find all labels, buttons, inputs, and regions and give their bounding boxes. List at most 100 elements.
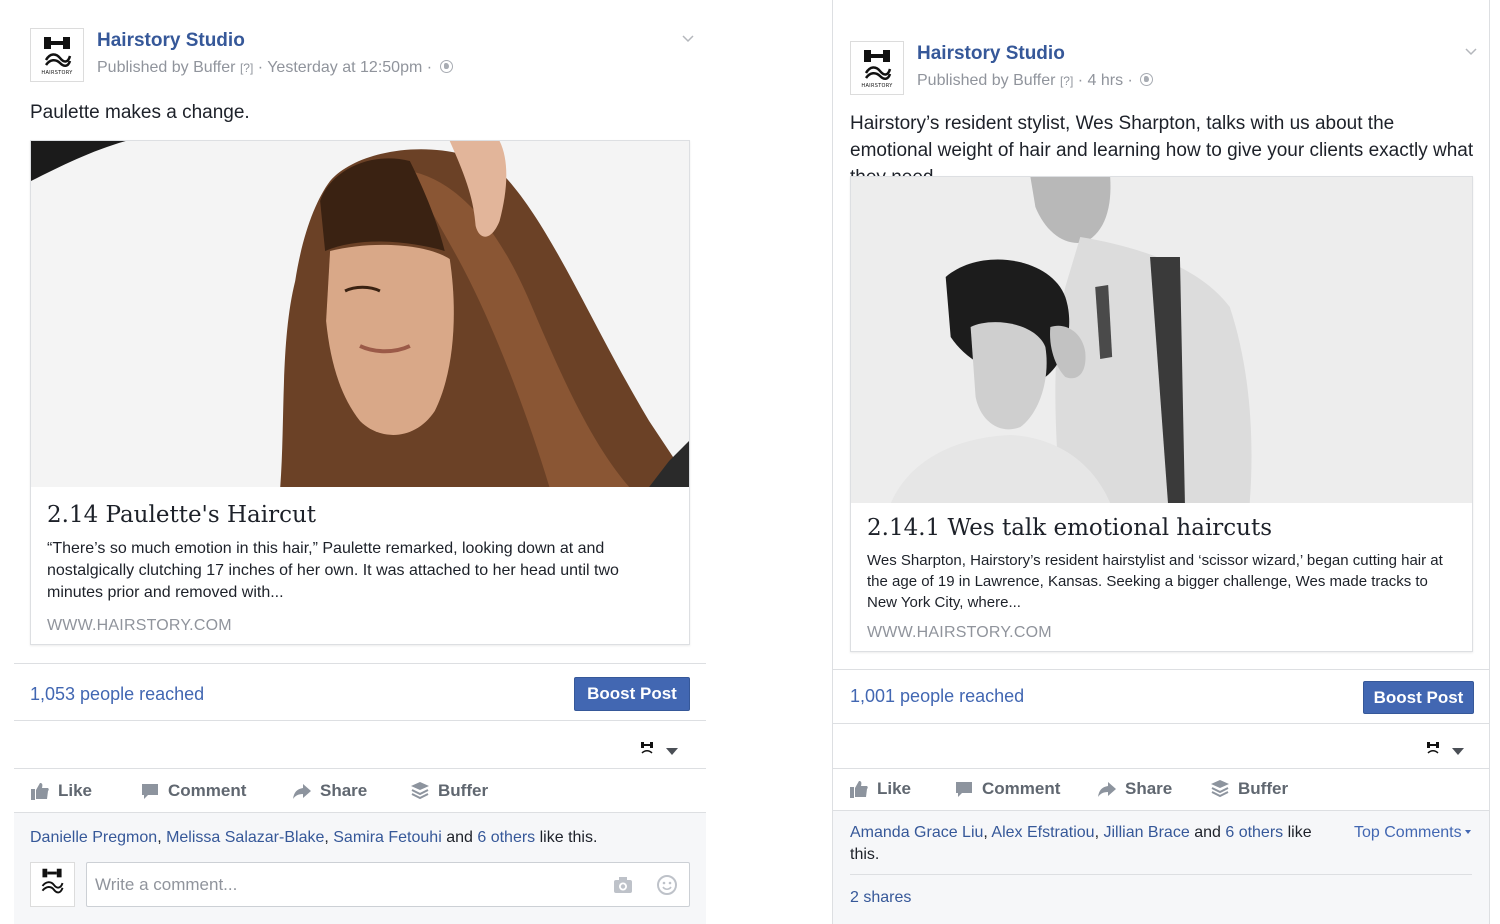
boost-post-button[interactable]: Boost Post — [1363, 681, 1474, 714]
buffer-button[interactable]: Buffer — [1210, 774, 1288, 804]
logo-wordmark: HAIRSTORY — [861, 83, 893, 89]
liker-link[interactable]: Alex Efstratiou — [991, 824, 1094, 841]
post-meta: Published by Buffer [?] · Yesterday at 1… — [97, 59, 453, 77]
share-label: Share — [320, 781, 368, 800]
logo-wave-icon — [44, 53, 72, 67]
post-wes: HAIRSTORY Hairstory Studio Published by … — [832, 0, 1490, 924]
post-timestamp[interactable]: · Yesterday at 12:50pm · — [258, 59, 432, 76]
help-marker[interactable]: [?] — [1060, 74, 1073, 88]
top-comments-dropdown[interactable]: Top Comments — [1354, 824, 1471, 842]
boost-post-button[interactable]: Boost Post — [574, 677, 690, 711]
liker-link[interactable]: Melissa Salazar-Blake — [166, 829, 324, 846]
post-actions: Like Comment Share Buffer — [849, 774, 1489, 804]
like-label: Like — [877, 779, 912, 798]
logo-h-mark — [864, 50, 890, 62]
comment-button[interactable]: Comment — [140, 776, 246, 806]
page-mini-logo-icon — [1427, 742, 1439, 754]
publisher-link[interactable]: Buffer — [1013, 72, 1055, 89]
post-header: HAIRSTORY Hairstory Studio Published by … — [30, 28, 694, 84]
logo-h-mark — [44, 37, 70, 49]
post-message: Paulette makes a change. — [30, 102, 250, 123]
likes-others-link[interactable]: 6 others — [477, 829, 535, 846]
card-description: “There’s so much emotion in this hair,” … — [47, 540, 619, 601]
comment-label: Comment — [168, 781, 247, 800]
globe-icon[interactable] — [439, 60, 453, 73]
buffer-icon — [1211, 780, 1229, 798]
reach-count-link[interactable]: 1,053 people reached — [30, 684, 204, 705]
likes-others-link[interactable]: 6 others — [1225, 824, 1283, 841]
comment-icon — [142, 784, 158, 799]
post-header: HAIRSTORY Hairstory Studio Published by … — [850, 41, 1477, 97]
like-button[interactable]: Like — [849, 774, 911, 804]
share-button[interactable]: Share — [292, 776, 367, 806]
link-preview-image[interactable] — [851, 177, 1472, 503]
liker-link[interactable]: Jillian Brace — [1103, 824, 1189, 841]
commenter-avatar — [30, 862, 75, 907]
caret-down-icon — [1452, 748, 1464, 755]
liker-link[interactable]: Danielle Pregmon — [30, 829, 157, 846]
card-title[interactable]: 2.14 Paulette's Haircut — [47, 502, 673, 528]
logo-wave-icon — [864, 66, 892, 80]
liker-link[interactable]: Samira Fetouhi — [333, 829, 442, 846]
caret-down-icon — [666, 748, 678, 755]
help-marker[interactable]: [?] — [240, 61, 253, 75]
share-icon — [293, 784, 311, 799]
card-title[interactable]: 2.14.1 Wes talk emotional haircuts — [867, 515, 1456, 541]
buffer-label: Buffer — [438, 781, 489, 800]
likes-sentence: Danielle Pregmon, Melissa Salazar-Blake,… — [30, 829, 598, 846]
divider — [833, 768, 1489, 769]
like-button[interactable]: Like — [30, 776, 92, 806]
share-button[interactable]: Share — [1097, 774, 1172, 804]
logo-wordmark: HAIRSTORY — [41, 70, 73, 76]
link-preview-image[interactable] — [31, 141, 689, 487]
shares-count-link[interactable]: 2 shares — [850, 889, 911, 907]
globe-icon[interactable] — [1140, 73, 1154, 86]
top-comments-label: Top Comments — [1354, 824, 1462, 841]
divider — [833, 723, 1489, 724]
page-avatar[interactable]: HAIRSTORY — [30, 28, 84, 82]
post-timestamp[interactable]: · 4 hrs · — [1078, 72, 1133, 89]
buffer-icon — [411, 782, 429, 800]
page-mini-logo-icon — [641, 742, 653, 754]
share-label: Share — [1125, 779, 1173, 798]
share-icon — [1098, 782, 1116, 797]
divider — [14, 663, 706, 664]
like-icon — [850, 781, 868, 798]
page-avatar[interactable]: HAIRSTORY — [850, 41, 904, 95]
link-preview-card[interactable]: 2.14 Paulette's Haircut “There’s so much… — [30, 140, 690, 645]
card-description: Wes Sharpton, Hairstory’s resident hairs… — [867, 552, 1443, 611]
likes-suffix: like this. — [539, 829, 598, 846]
likes-sentence: Amanda Grace Liu, Alex Efstratiou, Jilli… — [850, 824, 1312, 863]
link-preview-card[interactable]: 2.14.1 Wes talk emotional haircuts Wes S… — [850, 176, 1473, 652]
reach-count-link[interactable]: 1,001 people reached — [850, 686, 1024, 707]
liker-link[interactable]: Amanda Grace Liu — [850, 824, 983, 841]
divider — [850, 874, 1472, 875]
page-name-link[interactable]: Hairstory Studio — [917, 43, 1065, 65]
divider — [833, 669, 1489, 670]
buffer-button[interactable]: Buffer — [410, 776, 488, 806]
divider — [14, 812, 706, 813]
likes-and-comments: Danielle Pregmon, Melissa Salazar-Blake,… — [14, 812, 706, 924]
emoji-icon[interactable] — [656, 874, 678, 896]
comment-button[interactable]: Comment — [954, 774, 1060, 804]
published-prefix: Published by — [917, 72, 1009, 89]
card-domain: WWW.HAIRSTORY.COM — [47, 617, 232, 634]
chevron-down-icon[interactable] — [1465, 45, 1477, 57]
publisher-link[interactable]: Buffer — [193, 59, 235, 76]
caret-down-icon — [1464, 830, 1471, 834]
post-actions: Like Comment Share Buffer — [30, 776, 706, 806]
page-selector[interactable] — [640, 740, 680, 762]
like-label: Like — [58, 781, 93, 800]
page-name-link[interactable]: Hairstory Studio — [97, 30, 245, 52]
likes-and-comments: Amanda Grace Liu, Alex Efstratiou, Jilli… — [833, 810, 1489, 924]
camera-icon[interactable] — [612, 874, 634, 896]
comment-label: Comment — [982, 779, 1061, 798]
woman-portrait-image — [31, 141, 689, 487]
chevron-down-icon[interactable] — [682, 32, 694, 44]
comment-input[interactable] — [86, 862, 690, 907]
page-selector[interactable] — [1426, 740, 1466, 762]
post-paulette: HAIRSTORY Hairstory Studio Published by … — [14, 0, 706, 924]
buffer-label: Buffer — [1238, 779, 1289, 798]
published-prefix: Published by — [97, 59, 189, 76]
comment-icon — [956, 782, 972, 797]
